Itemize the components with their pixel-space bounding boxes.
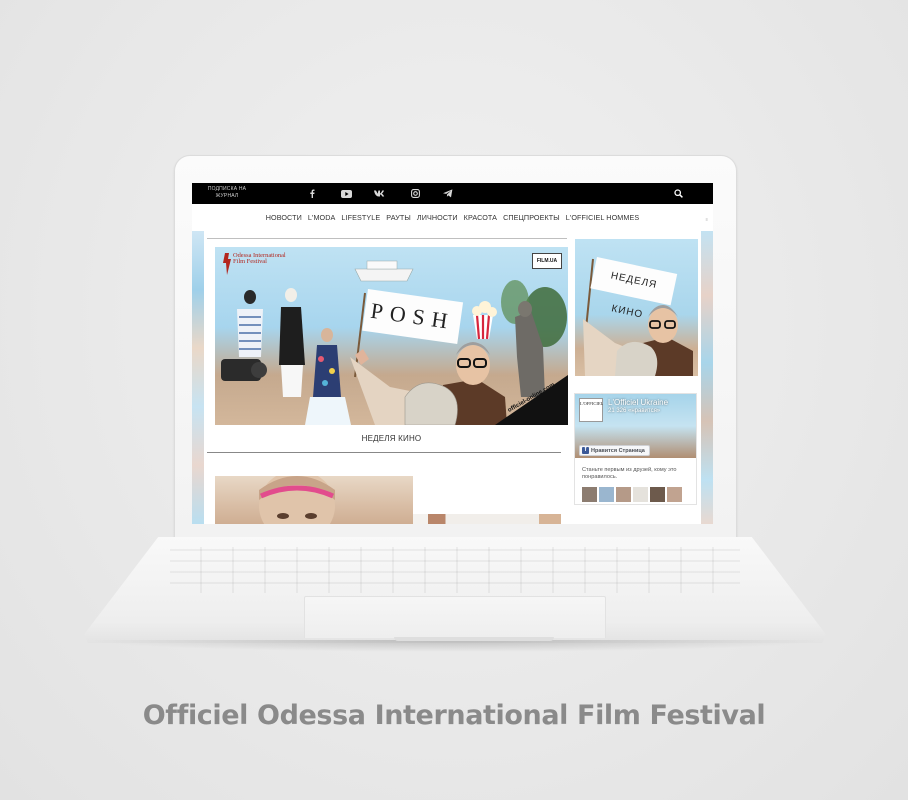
- nav-item-beauty[interactable]: КРАСОТА: [464, 213, 497, 229]
- facebook-widget: L'OFFICIEL L'Officiel Ukraine 21 326 «нр…: [574, 393, 697, 505]
- laptop-screen: ПОДПИСКА НА ЖУРНАЛ НОВОСТИ L'MODA LIFEST…: [192, 183, 713, 524]
- background-collage-left: [192, 231, 204, 524]
- sidebar-poster[interactable]: НЕДЕЛЯ КИНО: [575, 239, 698, 376]
- nav-item-special-projects[interactable]: СПЕЦПРОЕКТЫ: [503, 213, 560, 229]
- nav-item-moda[interactable]: L'MODA: [308, 213, 336, 229]
- main-nav: НОВОСТИ L'MODA LIFESTYLE РАУТЫ ЛИЧНОСТИ …: [192, 213, 713, 229]
- hero-caption-link[interactable]: НЕДЕЛЯ КИНО: [215, 434, 568, 443]
- avatar[interactable]: [633, 487, 648, 502]
- facebook-like-count: 21 326 «нравится»: [608, 408, 661, 414]
- page-caption: Officiel Odessa International Film Festi…: [142, 700, 766, 731]
- youtube-icon[interactable]: [336, 183, 356, 204]
- nav-item-personalities[interactable]: ЛИЧНОСТИ: [417, 213, 458, 229]
- facebook-friends-text: Станьте первым из друзей, кому это понра…: [582, 467, 677, 481]
- avatar[interactable]: [582, 487, 597, 502]
- divider: [207, 452, 561, 453]
- facebook-page-name[interactable]: L'Officiel Ukraine: [608, 398, 668, 407]
- divider: [207, 238, 567, 239]
- nav-item-news[interactable]: НОВОСТИ: [266, 213, 302, 229]
- facebook-icon[interactable]: [302, 183, 322, 204]
- facebook-cover[interactable]: L'OFFICIEL L'Officiel Ukraine 21 326 «нр…: [575, 394, 696, 458]
- laptop-hinge: [394, 637, 554, 641]
- laptop-keyboard: [170, 547, 740, 593]
- telegram-icon[interactable]: [438, 183, 458, 204]
- laptop-trackpad: [304, 596, 606, 638]
- avatar[interactable]: [667, 487, 682, 502]
- avatar[interactable]: [650, 487, 665, 502]
- nav-item-lifestyle[interactable]: LIFESTYLE: [341, 213, 380, 229]
- festival-logo-icon: [223, 253, 231, 275]
- article-photo[interactable]: [215, 476, 413, 524]
- site-topbar: ПОДПИСКА НА ЖУРНАЛ: [192, 183, 713, 204]
- festival-logo: Odessa International Film Festival: [223, 252, 293, 275]
- facebook-like-button[interactable]: f Нравится Страница: [579, 445, 650, 456]
- laptop-shadow: [84, 640, 826, 652]
- subscribe-link[interactable]: ПОДПИСКА НА ЖУРНАЛ: [204, 186, 250, 200]
- facebook-like-label: Нравится Страница: [591, 447, 645, 454]
- nav-more-icon[interactable]: ≡: [706, 217, 708, 222]
- nav-item-rauty[interactable]: РАУТЫ: [386, 213, 411, 229]
- nav-item-hommes[interactable]: L'OFFICIEL HOMMES: [566, 213, 640, 229]
- instagram-icon[interactable]: [405, 183, 425, 204]
- background-collage-right: [701, 231, 713, 524]
- partner-logo: FILM.UA: [532, 253, 562, 269]
- hero-image[interactable]: Odessa International Film Festival FILM.…: [215, 247, 568, 425]
- avatar[interactable]: [599, 487, 614, 502]
- facebook-faces: [582, 487, 682, 502]
- facebook-icon: f: [582, 447, 589, 454]
- article-photo-secondary[interactable]: [413, 514, 561, 524]
- festival-logo-text: Odessa International Film Festival: [233, 252, 286, 266]
- article-photo-art: [259, 476, 335, 524]
- vk-icon[interactable]: [370, 183, 390, 204]
- search-icon[interactable]: [668, 183, 688, 204]
- facebook-page-logo[interactable]: L'OFFICIEL: [579, 398, 603, 422]
- avatar[interactable]: [616, 487, 631, 502]
- hero-collage: [221, 260, 568, 425]
